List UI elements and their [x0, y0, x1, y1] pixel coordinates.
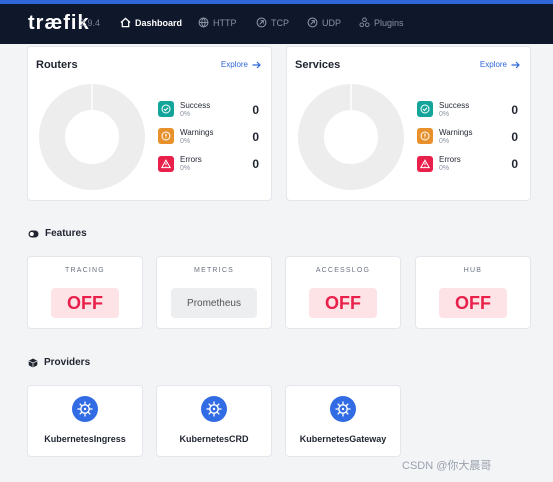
stat-count: 0 — [252, 157, 259, 171]
services-donut-chart — [298, 84, 404, 190]
card-title: Routers — [36, 59, 78, 71]
cube-icon — [28, 358, 38, 367]
stat-percent: 0% — [180, 165, 191, 172]
features-section-title: Features — [28, 228, 87, 239]
services-card: Services Explore Success 0% 0 Warnings 0… — [286, 46, 531, 201]
explore-label: Explore — [479, 60, 507, 69]
stat-percent: 0% — [180, 138, 191, 145]
globe-icon — [198, 17, 209, 28]
feature-label: TRACING — [65, 267, 105, 274]
warning-icon — [158, 128, 174, 144]
feature-label: HUB — [463, 267, 483, 274]
udp-icon — [307, 17, 318, 28]
nav-dashboard[interactable]: Dashboard — [120, 17, 182, 28]
success-icon — [417, 101, 433, 117]
kubernetes-icon — [72, 396, 98, 422]
warning-icon — [417, 128, 433, 144]
nav-label: Dashboard — [135, 17, 183, 28]
stat-label: Warnings — [439, 128, 473, 137]
feature-status-badge: OFF — [439, 288, 507, 318]
provider-card-kubernetes-crd[interactable]: KubernetesCRD — [156, 385, 272, 457]
explore-label: Explore — [220, 60, 248, 69]
stat-label: Errors — [439, 155, 461, 164]
routers-card: Routers Explore Success 0% 0 Warnings 0%… — [27, 46, 272, 201]
error-icon — [158, 156, 174, 172]
home-icon — [120, 17, 131, 28]
feature-card-tracing: TRACING OFF — [27, 256, 143, 329]
routers-explore-link[interactable]: Explore — [221, 60, 261, 69]
provider-name: KubernetesCRD — [179, 434, 249, 444]
arrow-right-icon — [252, 61, 261, 68]
feature-label: METRICS — [194, 267, 234, 274]
feature-card-accesslog: ACCESSLOG OFF — [285, 256, 401, 329]
tcp-icon — [256, 17, 267, 28]
provider-name: KubernetesIngress — [44, 434, 126, 444]
nav-label: TCP — [271, 17, 289, 28]
arrow-right-icon — [511, 61, 520, 68]
feature-status-badge: Prometheus — [171, 288, 257, 318]
provider-name: KubernetesGateway — [299, 434, 387, 444]
providers-section-title: Providers — [28, 357, 90, 368]
top-navbar: træfik 2.9.4 Dashboard HTTP TCP UDP Plug… — [0, 0, 553, 44]
feature-status-badge: OFF — [309, 288, 377, 318]
stat-label: Success — [439, 101, 470, 110]
stat-percent: 0% — [439, 138, 450, 145]
card-title: Services — [295, 59, 341, 71]
stat-count: 0 — [511, 103, 518, 117]
stat-label: Success — [180, 101, 211, 110]
nav-tcp[interactable]: TCP — [256, 17, 289, 28]
stat-count: 0 — [252, 103, 259, 117]
toggle-icon — [28, 230, 39, 237]
nav-udp[interactable]: UDP — [307, 17, 341, 28]
error-icon — [417, 156, 433, 172]
feature-card-hub: HUB OFF — [415, 256, 531, 329]
feature-label: ACCESSLOG — [315, 267, 371, 274]
nav-label: HTTP — [213, 17, 237, 28]
nav-plugins[interactable]: Plugins — [359, 17, 404, 28]
services-explore-link[interactable]: Explore — [480, 60, 520, 69]
nav-label: Plugins — [374, 17, 404, 28]
section-label: Features — [45, 228, 87, 239]
routers-donut-chart — [39, 84, 145, 190]
stat-label: Warnings — [180, 128, 214, 137]
provider-card-kubernetes-ingress[interactable]: KubernetesIngress — [27, 385, 143, 457]
watermark: CSDN @你大晨哥 — [402, 460, 492, 472]
nav-http[interactable]: HTTP — [198, 17, 237, 28]
stat-count: 0 — [511, 130, 518, 144]
version-label: 2.9.4 — [80, 18, 101, 28]
stat-percent: 0% — [439, 165, 450, 172]
feature-status-badge: OFF — [51, 288, 119, 318]
stat-percent: 0% — [180, 111, 191, 118]
success-icon — [158, 101, 174, 117]
stat-count: 0 — [511, 157, 518, 171]
nav-label: UDP — [322, 17, 342, 28]
provider-card-kubernetes-gateway[interactable]: KubernetesGateway — [285, 385, 401, 457]
kubernetes-icon — [330, 396, 356, 422]
stat-percent: 0% — [439, 111, 450, 118]
stat-count: 0 — [252, 130, 259, 144]
kubernetes-icon — [201, 396, 227, 422]
section-label: Providers — [44, 357, 91, 368]
stat-label: Errors — [180, 155, 202, 164]
plugins-icon — [359, 17, 370, 28]
feature-card-metrics: METRICS Prometheus — [156, 256, 272, 329]
